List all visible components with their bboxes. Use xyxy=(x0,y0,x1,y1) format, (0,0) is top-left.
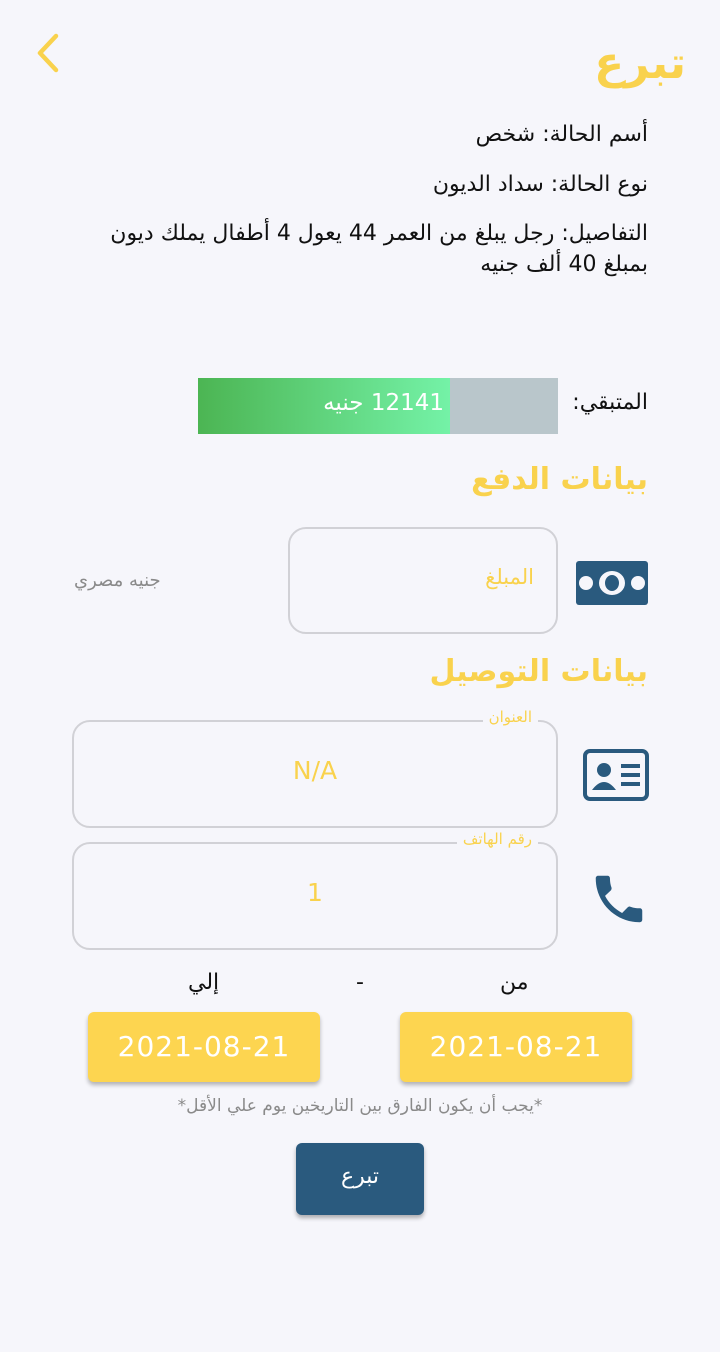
payment-section-title: بيانات الدفع xyxy=(471,462,648,497)
donate-button[interactable]: تبرع xyxy=(296,1143,424,1215)
page-title: تبرع xyxy=(594,38,686,89)
currency-label: جنيه مصري xyxy=(74,570,161,591)
address-label: العنوان xyxy=(482,708,538,726)
from-date-button[interactable]: 2021-08-21 xyxy=(400,1012,632,1082)
phone-icon xyxy=(588,868,650,934)
amount-placeholder: المبلغ xyxy=(485,565,534,589)
phone-value: 1 xyxy=(307,878,323,907)
case-type: نوع الحالة: سداد الديون xyxy=(432,172,648,197)
to-date-button[interactable]: 2021-08-21 xyxy=(88,1012,320,1082)
phone-field[interactable]: رقم الهاتف 1 xyxy=(72,830,558,950)
date-to-label: إلي xyxy=(188,970,220,995)
remaining-label: المتبقي: xyxy=(572,390,648,415)
date-note: *يجب أن يكون الفارق بين التاريخين يوم عل… xyxy=(177,1096,543,1116)
address-field[interactable]: العنوان N/A xyxy=(72,708,558,828)
case-name: أسم الحالة: شخص xyxy=(475,122,648,147)
money-icon xyxy=(576,561,648,609)
case-details: التفاصيل: رجل يبلغ من العمر 44 يعول 4 أط… xyxy=(110,221,648,277)
date-from-label: من xyxy=(500,970,529,995)
chevron-left-icon xyxy=(37,33,59,73)
address-value: N/A xyxy=(292,756,338,785)
date-separator: - xyxy=(356,970,364,995)
remaining-progress-bar: 12141 جنيه xyxy=(198,378,558,434)
remaining-amount: 12141 جنيه xyxy=(323,390,444,416)
delivery-section-title: بيانات التوصيل xyxy=(429,654,648,689)
phone-label: رقم الهاتف xyxy=(456,830,538,848)
amount-input[interactable]: المبلغ xyxy=(288,527,558,634)
back-button[interactable] xyxy=(30,28,70,78)
id-card-icon xyxy=(583,749,649,805)
